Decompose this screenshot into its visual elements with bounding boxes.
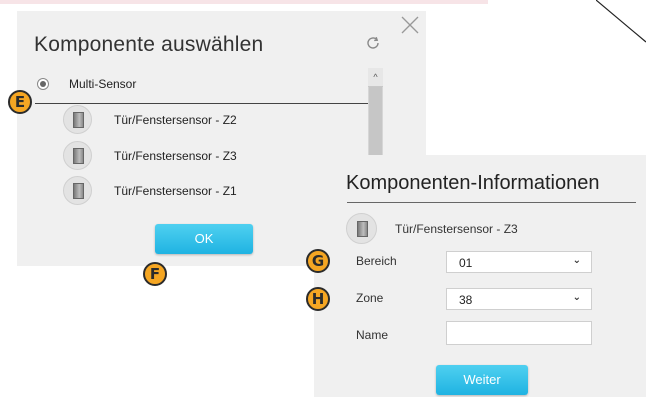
door-sensor-icon [63, 141, 92, 170]
group-divider [35, 103, 375, 104]
list-item-z2[interactable]: Tür/Fenstersensor - Z2 [63, 105, 363, 135]
name-input[interactable] [446, 321, 592, 345]
top-strip [0, 0, 488, 4]
bereich-value: 01 [459, 256, 473, 270]
bereich-label: Bereich [356, 254, 397, 268]
list-scrollbar[interactable]: ^ [368, 68, 383, 166]
chevron-down-icon: ⌄ [572, 292, 581, 303]
group-multi-sensor[interactable]: Multi-Sensor [35, 75, 368, 95]
ok-button[interactable]: OK [155, 224, 253, 254]
zone-value: 38 [459, 293, 473, 307]
component-row: Tür/Fenstersensor - Z3 [346, 213, 636, 245]
chevron-down-icon: ⌄ [572, 255, 581, 266]
zone-select[interactable]: 38 ⌄ [446, 288, 592, 310]
component-name: Tür/Fenstersensor - Z3 [395, 222, 518, 236]
list-item-label: Tür/Fenstersensor - Z2 [114, 113, 237, 127]
zone-label: Zone [356, 291, 384, 305]
door-sensor-icon [63, 176, 92, 205]
door-sensor-icon [346, 213, 377, 244]
marker-h: H [306, 287, 330, 311]
weiter-button[interactable]: Weiter [436, 365, 528, 395]
title-divider [347, 202, 636, 203]
bereich-select[interactable]: 01 ⌄ [446, 251, 592, 273]
group-label: Multi-Sensor [69, 77, 137, 91]
dialog-title: Komponente auswählen [34, 33, 264, 56]
marker-e: E [8, 90, 32, 114]
dialog-title: Komponenten-Informationen [346, 172, 600, 194]
radio-button[interactable] [37, 78, 49, 90]
list-item-label: Tür/Fenstersensor - Z1 [114, 184, 237, 198]
marker-g: G [306, 249, 330, 273]
name-label: Name [356, 328, 389, 342]
corner-line [596, 0, 646, 43]
door-sensor-icon [63, 105, 92, 134]
list-item-label: Tür/Fenstersensor - Z3 [114, 149, 237, 163]
marker-f: F [143, 262, 167, 286]
scroll-up-icon[interactable]: ^ [368, 68, 383, 87]
component-info-dialog: Komponenten-Informationen Tür/Fenstersen… [314, 155, 646, 397]
refresh-icon[interactable] [365, 35, 381, 51]
close-icon[interactable] [398, 13, 422, 37]
